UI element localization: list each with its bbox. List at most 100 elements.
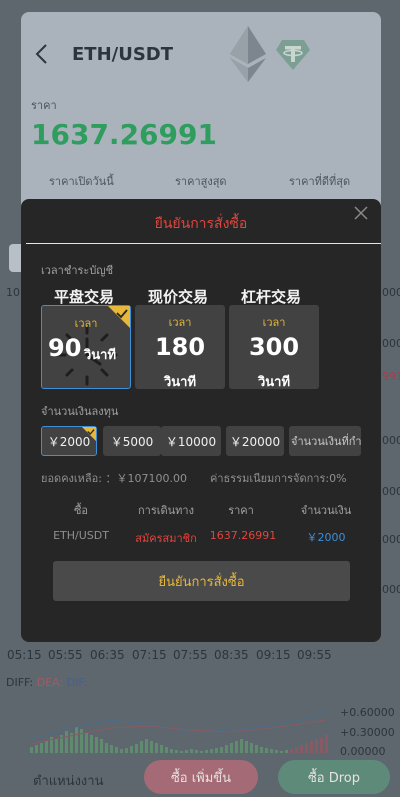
time-option-180[interactable]: เวลา 180 วินาที	[135, 305, 225, 390]
confirm-order-button[interactable]: ยืนยันการสั่งซื้อ	[53, 561, 350, 601]
check-icon	[82, 427, 96, 441]
tab-spot-trade[interactable]: 现价交易	[148, 286, 208, 307]
time-option-number: 180	[154, 333, 206, 361]
macd-bar	[230, 743, 233, 753]
macd-bar	[275, 750, 278, 753]
macd-bar	[55, 739, 58, 753]
bottom-action-bar: ตำแหน่งงาน ซื้อ เพิ่มขึ้น ซื้อ Drop	[0, 756, 400, 797]
time-axis-tick: 05:55	[48, 648, 83, 662]
macd-bar	[35, 745, 38, 753]
macd-bar	[235, 741, 238, 753]
macd-bar	[260, 747, 263, 753]
macd-bar	[30, 747, 33, 753]
balance-text: ยอดคงเหลือ: ：￥107100.00	[41, 472, 187, 485]
time-option-unit: วินาที	[163, 375, 197, 390]
macd-bar	[105, 743, 108, 753]
high-price-label: ราคาสูงสุด	[175, 175, 227, 188]
summary-header-direction: การเดินทาง	[138, 504, 194, 517]
summary-pair: ETH/USDT	[53, 529, 109, 542]
custom-amount-input[interactable]	[289, 426, 361, 456]
time-option-label: เวลา	[168, 316, 192, 329]
macd-bar	[110, 745, 113, 753]
chart-current-price-label: 991	[382, 370, 400, 383]
back-arrow-icon[interactable]	[30, 40, 54, 68]
confirm-order-modal: ยืนยันการสั่งซื้อ เวลาชำระบัญชี 平盘交易 现价交…	[21, 199, 381, 642]
modal-divider	[26, 243, 381, 244]
macd-bar	[145, 739, 148, 753]
time-axis-tick: 07:15	[132, 648, 167, 662]
macd-bar	[305, 743, 308, 753]
macd-bar	[150, 741, 153, 753]
tab-flat-trade[interactable]: 平盘交易	[54, 286, 114, 307]
tab-leverage-trade[interactable]: 杠杆交易	[241, 286, 301, 307]
macd-bar	[165, 747, 168, 753]
macd-bar	[285, 750, 288, 753]
macd-bar	[295, 747, 298, 753]
modal-title: ยืนยันการสั่งซื้อ	[154, 216, 248, 232]
time-axis-tick: 06:35	[90, 648, 125, 662]
macd-bar	[185, 750, 188, 753]
time-axis-tick: 09:15	[256, 648, 291, 662]
macd-bar	[290, 749, 293, 753]
macd-dea-label: DEA:	[36, 676, 64, 689]
tether-logo	[276, 40, 310, 70]
time-option-unit: วินาที	[257, 375, 291, 390]
macd-dif-label: DIF:	[66, 676, 88, 689]
summary-header-price: ราคา	[228, 504, 254, 517]
macd-bar	[175, 750, 178, 753]
macd-bar	[205, 750, 208, 753]
position-link[interactable]: ตำแหน่งงาน	[33, 770, 103, 791]
macd-bar	[75, 727, 78, 753]
chart-axis-left-label: 10	[6, 286, 20, 299]
amount-option-20000[interactable]: ￥20000	[226, 426, 284, 456]
price-value: 1637.26991	[31, 118, 217, 151]
macd-bar	[40, 743, 43, 753]
time-axis-tick: 05:15	[7, 648, 42, 662]
close-icon[interactable]	[353, 205, 369, 221]
summary-header-buy: ซื้อ	[73, 504, 89, 517]
amount-option-label: ￥5000	[110, 434, 154, 449]
macd-bar	[325, 735, 328, 753]
summary-direction: สมัครสมาชิก	[135, 532, 197, 545]
macd-bar	[280, 751, 283, 753]
time-axis-tick: 07:55	[173, 648, 208, 662]
macd-bar	[135, 744, 138, 753]
time-option-90[interactable]: เวลา 90 วินาที	[41, 305, 131, 389]
macd-bar	[250, 743, 253, 753]
macd-bar	[210, 749, 213, 753]
macd-bar	[125, 748, 128, 753]
amount-option-2000[interactable]: ￥2000	[41, 426, 97, 456]
macd-bar	[80, 729, 83, 753]
macd-bar	[90, 735, 93, 753]
macd-bar	[255, 745, 258, 753]
buy-up-button[interactable]: ซื้อ เพิ่มขึ้น	[144, 760, 258, 794]
summary-header-amount: จำนวนเงิน	[300, 504, 352, 517]
buy-drop-button[interactable]: ซื้อ Drop	[278, 760, 390, 794]
settlement-time-label: เวลาชำระบัญชี	[41, 264, 114, 277]
macd-bar	[190, 749, 193, 753]
macd-bar	[225, 745, 228, 753]
time-option-unit: วินาที	[84, 348, 117, 363]
check-icon	[108, 306, 130, 328]
macd-bar	[270, 749, 273, 753]
macd-diff-label: DIFF:	[6, 676, 34, 689]
open-price-label: ราคาเปิดวันนี้	[49, 175, 114, 188]
macd-bar	[300, 745, 303, 753]
macd-bar	[155, 743, 158, 753]
macd-legend: DIFF: DEA: DIF:	[6, 676, 88, 689]
macd-bar	[160, 745, 163, 753]
fee-text: ค่าธรรมเนียมการจัดการ:0%	[210, 472, 347, 485]
macd-bar	[180, 751, 183, 753]
time-option-number: 90	[48, 334, 82, 362]
time-option-number: 300	[248, 333, 300, 361]
chart-axis-right-label: 000	[382, 485, 400, 498]
macd-bar	[200, 751, 203, 753]
time-option-300[interactable]: เวลา 300 วินาที	[229, 305, 319, 390]
amount-option-label: ￥20000	[229, 434, 281, 449]
amount-option-5000[interactable]: ￥5000	[103, 426, 161, 456]
macd-bar	[170, 749, 173, 753]
macd-bar	[140, 741, 143, 753]
time-option-label: เวลา	[262, 316, 286, 329]
amount-option-10000[interactable]: ￥10000	[161, 426, 221, 456]
time-axis-tick: 08:35	[214, 648, 249, 662]
